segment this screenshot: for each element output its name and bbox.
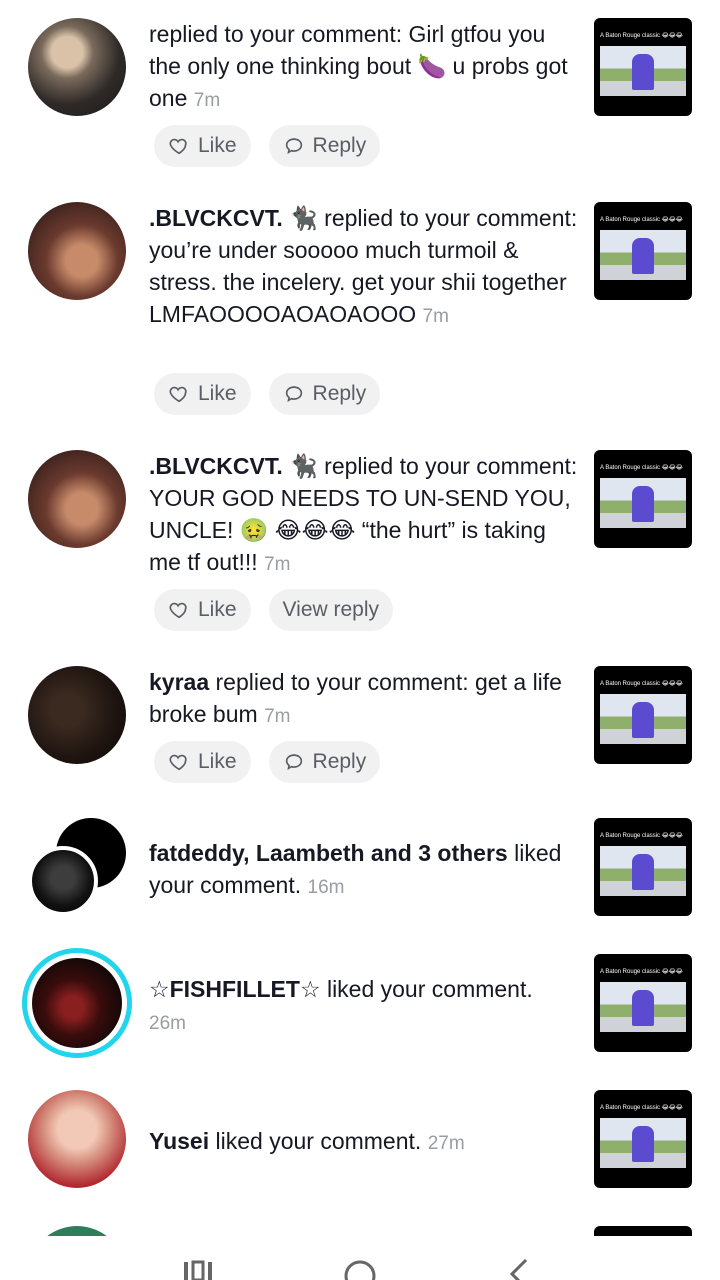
timestamp: 16m (307, 877, 345, 898)
notification-text: .BLVCKCVT. 🐈‍⬛ replied to your comment: … (149, 202, 579, 333)
video-thumbnail[interactable]: A Baton Rouge classic 😂😂😂 (594, 18, 692, 116)
username[interactable]: kyraa (149, 669, 209, 695)
video-thumbnail[interactable]: A Baton Rouge classic 😂😂😂 (594, 954, 692, 1052)
video-thumbnail[interactable]: A Baton Rouge classic 😂😂😂 (594, 818, 692, 916)
thumbnail-caption: A Baton Rouge classic 😂😂😂 (600, 681, 683, 687)
speech-bubble-icon (285, 386, 302, 403)
thumbnail-figure (632, 238, 654, 274)
video-thumbnail[interactable]: A Baton Rouge classic 😂😂😂 (594, 666, 692, 764)
timestamp: 7m (264, 706, 291, 727)
heart-outline-icon (169, 754, 187, 771)
system-navigation-bar (0, 1236, 720, 1280)
notification-message: liked your comment. (209, 1128, 422, 1154)
thumbnail-figure (632, 990, 654, 1026)
notification-feed: replied to your comment: Girl gtfou you … (0, 0, 720, 1236)
avatar[interactable] (28, 666, 126, 764)
story-ring[interactable] (22, 948, 132, 1058)
reply-button[interactable]: Reply (268, 741, 381, 783)
notification-text: fatdeddy, Laambeth and 3 others liked yo… (149, 837, 579, 904)
thumbnail-figure (632, 702, 654, 738)
avatar (28, 846, 98, 916)
recent-apps-icon[interactable] (178, 1256, 218, 1280)
action-row: Like Reply (154, 373, 381, 415)
avatar[interactable] (28, 202, 126, 300)
timestamp: 7m (422, 306, 449, 327)
notification-message: liked your comment. (320, 976, 533, 1002)
speech-bubble-icon (285, 138, 302, 155)
heart-outline-icon (169, 138, 187, 155)
video-thumbnail[interactable]: A Baton Rouge classic 😂😂😂 (594, 450, 692, 548)
like-button[interactable]: Like (154, 589, 251, 631)
view-reply-label: View reply (282, 598, 380, 621)
avatar[interactable] (28, 450, 126, 548)
notification-text: ☆FISHFILLET☆ liked your comment. 26m (149, 973, 579, 1040)
speech-bubble-icon (285, 754, 302, 771)
username[interactable]: ☆FISHFILLET☆ (149, 976, 321, 1002)
like-label: Like (198, 134, 237, 157)
username[interactable]: fatdeddy, Laambeth and 3 others (149, 840, 508, 866)
avatar[interactable] (28, 18, 126, 116)
like-button[interactable]: Like (154, 741, 251, 783)
action-row: Like Reply (154, 125, 381, 167)
like-button[interactable]: Like (154, 125, 251, 167)
username[interactable]: .BLVCKCVT. (149, 205, 283, 231)
username[interactable]: .BLVCKCVT. (149, 453, 283, 479)
thumbnail-figure (632, 54, 654, 90)
video-thumbnail[interactable]: A Baton Rouge classic 😂😂😂 (594, 202, 692, 300)
view-reply-button[interactable]: View reply (268, 589, 394, 631)
reply-label: Reply (312, 134, 367, 157)
timestamp: 7m (193, 90, 221, 111)
like-label: Like (198, 382, 237, 405)
avatar-group[interactable] (28, 818, 128, 918)
notification-text: Yusei liked your comment. 27m (149, 1125, 579, 1160)
thumbnail-figure (632, 486, 654, 522)
video-thumbnail[interactable] (594, 1226, 692, 1236)
video-thumbnail[interactable]: A Baton Rouge classic 😂😂😂 (594, 1090, 692, 1188)
action-row: Like Reply (154, 741, 381, 783)
avatar[interactable] (28, 1226, 126, 1236)
notification-text: kyraa replied to your comment: get a lif… (149, 666, 579, 733)
avatar[interactable] (28, 1090, 126, 1188)
heart-outline-icon (169, 602, 187, 619)
reply-button[interactable]: Reply (268, 373, 381, 415)
thumbnail-figure (632, 854, 654, 890)
reply-button[interactable]: Reply (268, 125, 381, 167)
back-icon[interactable] (500, 1256, 540, 1280)
like-label: Like (198, 750, 237, 773)
thumbnail-caption: A Baton Rouge classic 😂😂😂 (600, 969, 683, 975)
reply-label: Reply (312, 382, 367, 405)
thumbnail-caption: A Baton Rouge classic 😂😂😂 (600, 1105, 683, 1111)
reply-label: Reply (312, 750, 367, 773)
thumbnail-caption: A Baton Rouge classic 😂😂😂 (600, 217, 683, 223)
home-icon[interactable] (340, 1256, 380, 1280)
avatar (32, 958, 122, 1048)
notification-text: .BLVCKCVT. 🐈‍⬛ replied to your comment: … (149, 450, 579, 581)
thumbnail-caption: A Baton Rouge classic 😂😂😂 (600, 465, 683, 471)
timestamp: 27m (427, 1133, 465, 1154)
thumbnail-figure (632, 1126, 654, 1162)
heart-outline-icon (169, 386, 187, 403)
like-label: Like (198, 598, 237, 621)
notification-text: replied to your comment: Girl gtfou you … (149, 18, 579, 117)
notification-message: replied to your comment: get a life brok… (149, 669, 562, 727)
username[interactable]: Yusei (149, 1128, 209, 1154)
thumbnail-caption: A Baton Rouge classic 😂😂😂 (600, 833, 683, 839)
like-button[interactable]: Like (154, 373, 251, 415)
timestamp: 26m (149, 1013, 186, 1034)
action-row: Like View reply (154, 589, 394, 631)
timestamp: 7m (264, 554, 291, 575)
thumbnail-caption: A Baton Rouge classic 😂😂😂 (600, 33, 683, 39)
